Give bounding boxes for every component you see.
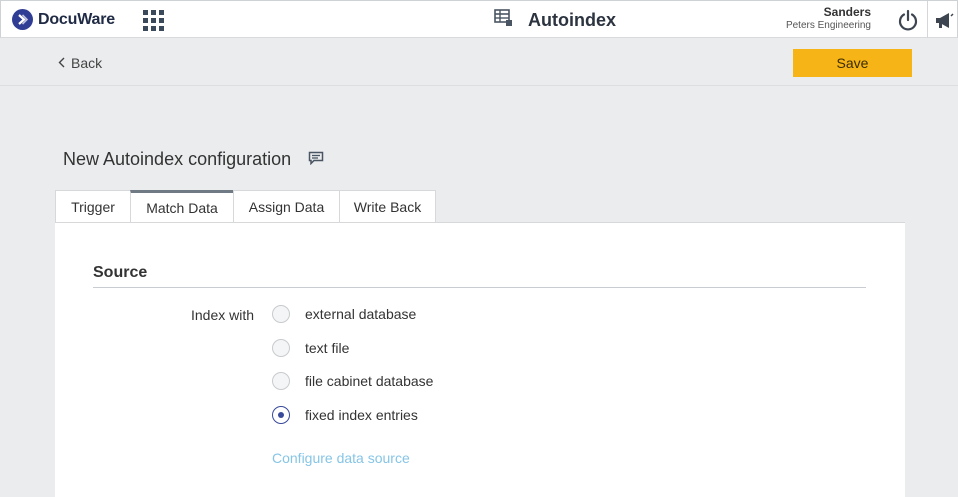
chevron-left-icon [58, 55, 65, 71]
radio-label: fixed index entries [305, 407, 418, 423]
toolbar: Back Save [0, 38, 958, 86]
back-button[interactable]: Back [58, 55, 102, 71]
radio-external-database[interactable]: external database [272, 305, 416, 323]
save-button[interactable]: Save [793, 49, 912, 77]
radio-button[interactable] [272, 372, 290, 390]
app-grid-icon[interactable] [143, 10, 164, 31]
comment-icon[interactable] [308, 151, 324, 170]
top-bar: DocuWare Autoindex Sanders Peters Engine… [0, 0, 958, 38]
match-data-panel: Source Index with external database text… [55, 222, 905, 497]
configure-data-source-link[interactable]: Configure data source [272, 450, 410, 466]
radio-fixed-index-entries[interactable]: fixed index entries [272, 406, 418, 424]
megaphone-icon[interactable] [934, 10, 954, 35]
autoindex-table-icon [494, 9, 514, 32]
radio-file-cabinet-database[interactable]: file cabinet database [272, 372, 433, 390]
app-title-text: Autoindex [528, 10, 616, 30]
radio-button-selected[interactable] [272, 406, 290, 424]
radio-button[interactable] [272, 305, 290, 323]
radio-text-file[interactable]: text file [272, 339, 349, 357]
config-tabs: Trigger Match Data Assign Data Write Bac… [55, 190, 436, 223]
header-divider [927, 1, 928, 38]
section-divider [93, 287, 866, 288]
docuware-logo[interactable]: DocuWare [12, 9, 115, 30]
back-label: Back [71, 55, 103, 71]
radio-button[interactable] [272, 339, 290, 357]
user-name: Sanders [823, 5, 871, 19]
source-section-title: Source [93, 264, 148, 281]
radio-label: external database [305, 306, 417, 322]
radio-label: file cabinet database [305, 373, 434, 389]
radio-label: text file [305, 340, 350, 356]
index-with-label: Index with [191, 307, 255, 323]
user-info[interactable]: Sanders Peters Engineering [786, 6, 871, 32]
user-organization: Peters Engineering [785, 20, 871, 31]
app-title: Autoindex [494, 9, 616, 32]
power-icon[interactable] [897, 9, 919, 36]
tab-assign-data[interactable]: Assign Data [233, 190, 340, 223]
radio-dot [278, 412, 284, 418]
tab-trigger[interactable]: Trigger [55, 190, 131, 223]
config-title: New Autoindex configuration [63, 149, 324, 170]
docuware-logo-icon [12, 9, 33, 30]
page-title: New Autoindex configuration [63, 149, 292, 169]
tab-match-data[interactable]: Match Data [130, 190, 234, 223]
tab-write-back[interactable]: Write Back [339, 190, 436, 223]
brand-name: DocuWare [38, 10, 115, 28]
